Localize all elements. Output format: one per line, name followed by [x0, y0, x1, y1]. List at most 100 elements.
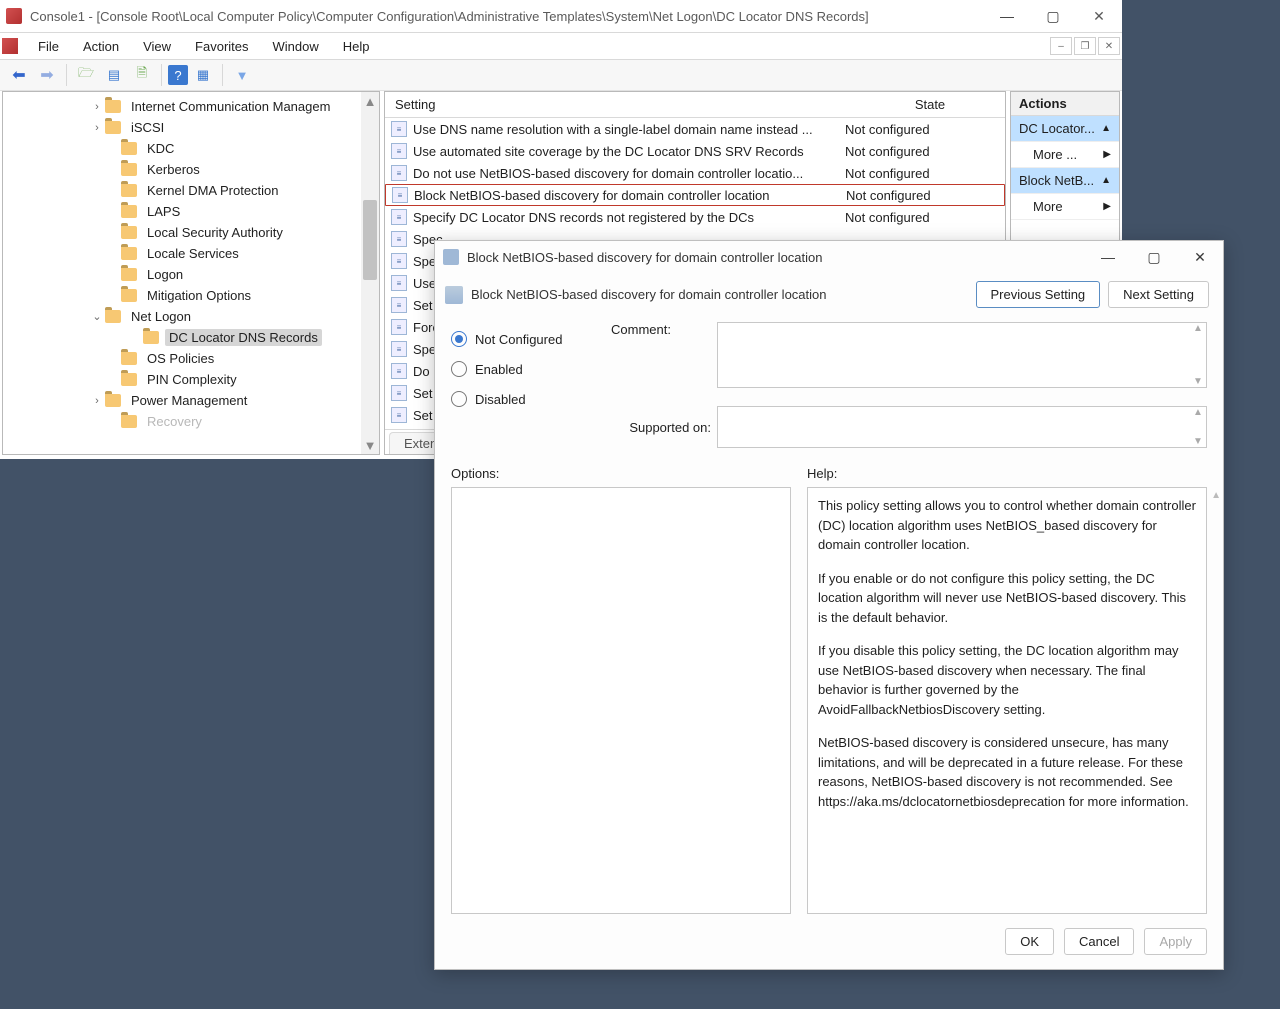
scroll-thumb[interactable] — [363, 200, 377, 280]
dialog-titlebar[interactable]: Block NetBIOS-based discovery for domain… — [435, 241, 1223, 273]
tree-item-label: Kerberos — [143, 161, 204, 178]
menu-favorites[interactable]: Favorites — [183, 37, 260, 56]
setting-icon: ≡ — [391, 341, 407, 357]
chevron-right-icon[interactable]: › — [89, 101, 105, 113]
folder-icon — [121, 247, 137, 260]
minimize-button[interactable]: — — [984, 0, 1030, 32]
setting-row[interactable]: ≡Specify DC Locator DNS records not regi… — [385, 206, 1005, 228]
mdi-restore-button[interactable]: ❐ — [1074, 37, 1096, 55]
tree-item[interactable]: Recovery — [5, 411, 361, 432]
radio-label: Enabled — [475, 362, 523, 377]
scroll-up-icon[interactable]: ▲ — [1211, 490, 1221, 501]
folder-icon — [105, 310, 121, 323]
menu-action[interactable]: Action — [71, 37, 131, 56]
scroll-down-icon[interactable]: ▼ — [1193, 436, 1203, 447]
action-item[interactable]: More▶ — [1011, 194, 1119, 220]
radio-disabled[interactable]: Disabled — [451, 384, 591, 414]
dialog-close-button[interactable]: ✕ — [1177, 242, 1223, 272]
ok-button[interactable]: OK — [1005, 928, 1054, 955]
up-folder-button[interactable]: 🗁 — [73, 62, 99, 88]
tree-item[interactable]: Mitigation Options — [5, 285, 361, 306]
tree-item[interactable]: Kernel DMA Protection — [5, 180, 361, 201]
radio-enabled[interactable]: Enabled — [451, 354, 591, 384]
scroll-up-icon[interactable]: ▲ — [1193, 407, 1203, 418]
dialog-maximize-button[interactable]: ▢ — [1131, 242, 1177, 272]
tree-item[interactable]: PIN Complexity — [5, 369, 361, 390]
cancel-button[interactable]: Cancel — [1064, 928, 1134, 955]
tree-item[interactable]: ⌄ Net Logon — [5, 306, 361, 327]
tree-item[interactable]: LAPS — [5, 201, 361, 222]
tree-item[interactable]: Kerberos — [5, 159, 361, 180]
action-label: More ... — [1033, 147, 1077, 162]
menu-help[interactable]: Help — [331, 37, 382, 56]
comment-input[interactable]: ▲▼ — [717, 322, 1207, 388]
radio-not-configured[interactable]: Not Configured — [451, 324, 591, 354]
menu-file[interactable]: File — [26, 37, 71, 56]
dialog-minimize-button[interactable]: — — [1085, 242, 1131, 272]
toolbar-separator — [66, 64, 67, 86]
close-button[interactable]: ✕ — [1076, 0, 1122, 32]
tree[interactable]: ›Internet Communication Managem›iSCSIKDC… — [3, 92, 361, 454]
help-paragraph: If you enable or do not configure this p… — [818, 569, 1196, 628]
tree-item[interactable]: Local Security Authority — [5, 222, 361, 243]
submenu-icon: ▶ — [1103, 149, 1111, 160]
scroll-up-icon[interactable]: ▲ — [1193, 323, 1203, 334]
tree-item[interactable]: Logon — [5, 264, 361, 285]
setting-icon: ≡ — [391, 363, 407, 379]
folder-icon — [121, 352, 137, 365]
apply-button[interactable]: Apply — [1144, 928, 1207, 955]
mdi-controls: – ❐ ✕ — [1050, 37, 1120, 55]
col-setting[interactable]: Setting — [385, 92, 856, 117]
scroll-up-icon[interactable]: ▲ — [361, 92, 379, 110]
tree-item-label: Mitigation Options — [143, 287, 255, 304]
supported-label: Supported on: — [611, 420, 711, 435]
titlebar[interactable]: Console1 - [Console Root\Local Computer … — [0, 0, 1122, 33]
tree-item[interactable]: KDC — [5, 138, 361, 159]
menu-window[interactable]: Window — [261, 37, 331, 56]
radio-icon — [451, 361, 467, 377]
toolbar: ⬅ ➡ 🗁 ▤ 🗎 ? ▦ ▼ — [0, 60, 1122, 91]
setting-icon: ≡ — [391, 165, 407, 181]
chevron-right-icon[interactable]: › — [89, 395, 105, 407]
tree-item-label: Net Logon — [127, 308, 195, 325]
mdi-minimize-button[interactable]: – — [1050, 37, 1072, 55]
tree-item[interactable]: ›Power Management — [5, 390, 361, 411]
maximize-button[interactable]: ▢ — [1030, 0, 1076, 32]
setting-row[interactable]: ≡Do not use NetBIOS-based discovery for … — [385, 162, 1005, 184]
tree-item[interactable]: ›Internet Communication Managem — [5, 96, 361, 117]
back-button[interactable]: ⬅ — [6, 62, 32, 88]
folder-icon — [105, 100, 121, 113]
setting-icon: ≡ — [391, 121, 407, 137]
col-state[interactable]: State — [856, 92, 1005, 117]
chevron-down-icon[interactable]: ⌄ — [89, 310, 105, 323]
window-title: Console1 - [Console Root\Local Computer … — [30, 9, 984, 24]
action-item[interactable]: More ... ▶ — [1011, 142, 1119, 168]
scroll-down-icon[interactable]: ▼ — [1193, 376, 1203, 387]
tree-scrollbar[interactable]: ▲ ▼ — [361, 92, 379, 454]
help-button[interactable]: ? — [168, 65, 188, 85]
menu-view[interactable]: View — [131, 37, 183, 56]
scroll-down-icon[interactable]: ▼ — [361, 436, 379, 454]
setting-row[interactable]: ≡Block NetBIOS-based discovery for domai… — [385, 184, 1005, 206]
dialog-title: Block NetBIOS-based discovery for domain… — [467, 250, 1085, 265]
tree-item[interactable]: ›iSCSI — [5, 117, 361, 138]
chevron-right-icon[interactable]: › — [89, 122, 105, 134]
setting-row[interactable]: ≡Use DNS name resolution with a single-l… — [385, 118, 1005, 140]
action-item[interactable]: DC Locator...▲ — [1011, 116, 1119, 142]
tree-item[interactable]: OS Policies — [5, 348, 361, 369]
properties-button[interactable]: ▦ — [190, 62, 216, 88]
filter-button[interactable]: ▼ — [229, 62, 255, 88]
tree-item[interactable]: DC Locator DNS Records — [5, 327, 361, 348]
tree-item[interactable]: Locale Services — [5, 243, 361, 264]
export-list-button[interactable]: 🗎 — [129, 62, 155, 88]
forward-button[interactable]: ➡ — [34, 62, 60, 88]
setting-icon: ≡ — [391, 407, 407, 423]
next-setting-button[interactable]: Next Setting — [1108, 281, 1209, 308]
setting-row[interactable]: ≡Use automated site coverage by the DC L… — [385, 140, 1005, 162]
show-tree-button[interactable]: ▤ — [101, 62, 127, 88]
folder-icon — [121, 184, 137, 197]
actions-title: Actions — [1011, 92, 1119, 116]
previous-setting-button[interactable]: Previous Setting — [976, 281, 1101, 308]
action-item[interactable]: Block NetB...▲ — [1011, 168, 1119, 194]
mdi-close-button[interactable]: ✕ — [1098, 37, 1120, 55]
